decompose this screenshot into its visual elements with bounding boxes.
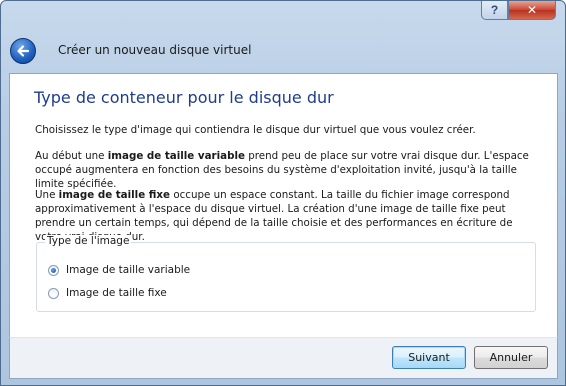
wizard-title: Créer un nouveau disque virtuel (58, 43, 252, 57)
radio-variable-size[interactable]: Image de taille variable (48, 264, 190, 276)
next-button[interactable]: Suivant (392, 346, 466, 369)
cancel-button[interactable]: Annuler (474, 346, 548, 369)
fixed-size-term: image de taille fixe (58, 189, 171, 201)
help-icon: ? (490, 3, 499, 17)
intro-text: Choisissez le type d'image qui contiendr… (35, 124, 476, 136)
close-button[interactable]: ✕ (508, 1, 556, 20)
wizard-nav-bar: Créer un nouveau disque virtuel (1, 27, 565, 73)
title-bar: ? ✕ (1, 1, 565, 27)
close-icon: ✕ (526, 3, 538, 17)
help-button[interactable]: ? (481, 1, 508, 20)
variable-size-description: Au début une image de taille variable pr… (35, 150, 529, 190)
page-heading: Type de conteneur pour le disque dur (34, 88, 334, 107)
back-button[interactable] (10, 38, 36, 64)
radio-label-fixed: Image de taille fixe (66, 287, 167, 299)
button-bar: Suivant Annuler (9, 337, 558, 379)
radio-button-unchecked[interactable] (48, 287, 59, 299)
dialog-window: ? ✕ Créer un nouveau disque virtuel Type… (0, 0, 566, 386)
wizard-page: Type de conteneur pour le disque dur Cho… (9, 73, 558, 337)
variable-size-term: image de taille variable (107, 150, 245, 162)
radio-label-variable: Image de taille variable (66, 264, 191, 276)
image-type-groupbox: Type de l'image Image de taille variable… (36, 235, 536, 312)
group-legend: Type de l'image (45, 235, 132, 247)
radio-fixed-size[interactable]: Image de taille fixe (48, 287, 167, 299)
back-arrow-icon (17, 45, 30, 57)
radio-button-checked[interactable] (48, 264, 59, 276)
